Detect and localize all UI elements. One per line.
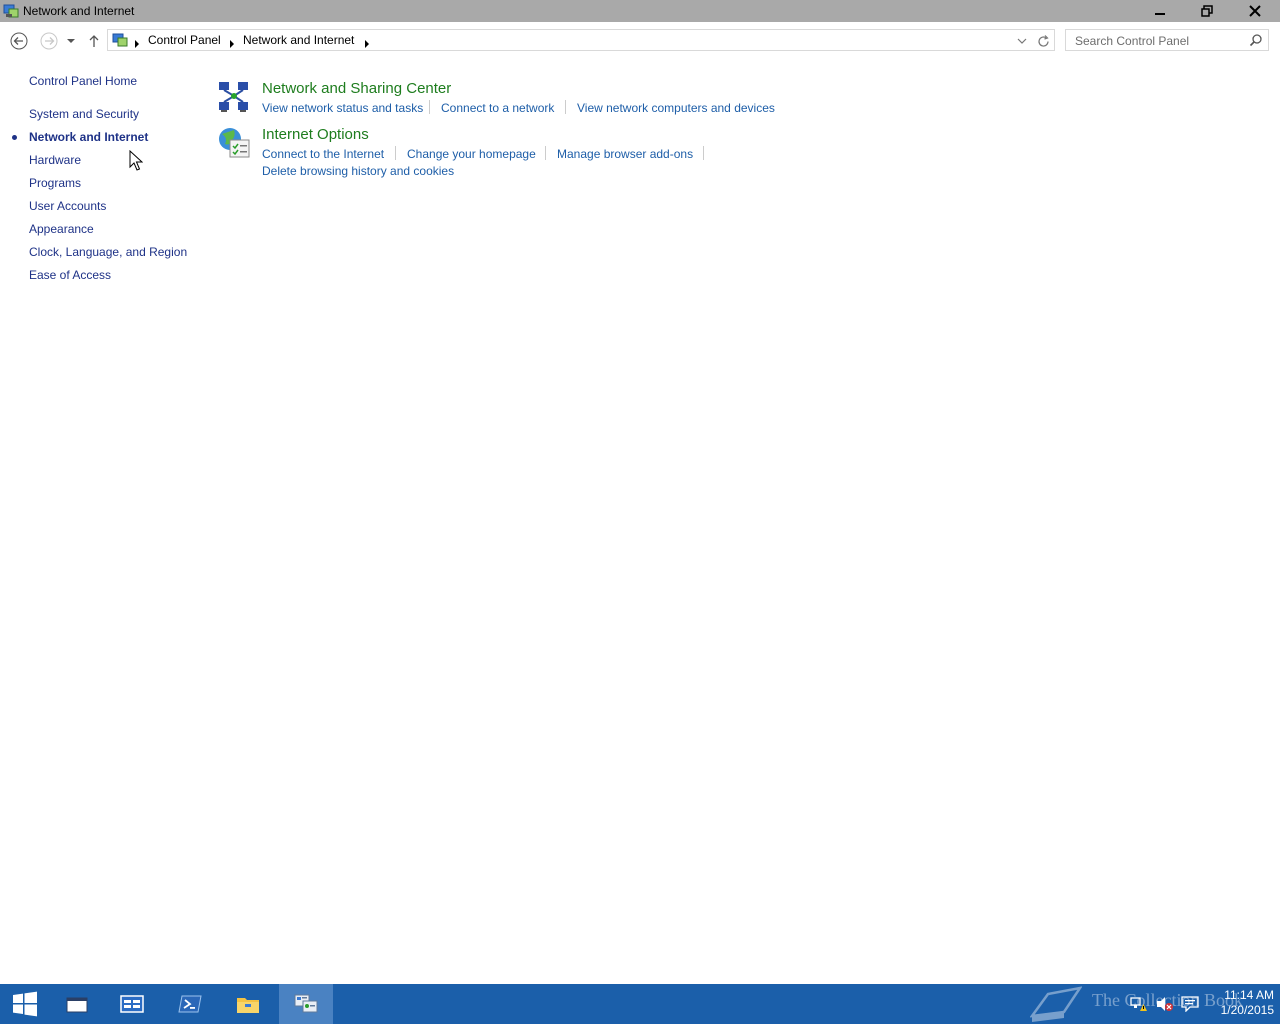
back-button[interactable] [9, 31, 29, 51]
breadcrumb-control-panel[interactable]: Control Panel [148, 33, 221, 47]
window-title: Network and Internet [23, 4, 135, 18]
system-clock[interactable]: 11:14 AM 1/20/2015 [1204, 988, 1274, 1018]
control-panel-icon [112, 32, 128, 48]
sidebar-item-hardware[interactable]: Hardware [29, 153, 81, 167]
powershell-button[interactable] [163, 984, 217, 1024]
network-and-sharing-center-title[interactable]: Network and Sharing Center [262, 80, 451, 97]
start-button[interactable] [0, 984, 50, 1024]
refresh-icon [1037, 34, 1049, 47]
recent-locations-button[interactable] [62, 31, 80, 51]
forward-button[interactable] [39, 31, 59, 51]
forward-arrow-icon [40, 32, 58, 50]
close-button[interactable] [1231, 0, 1278, 21]
search-icon[interactable] [1249, 33, 1263, 47]
breadcrumb-separator-icon[interactable] [364, 37, 370, 51]
clock-time: 11:14 AM [1224, 988, 1274, 1002]
connect-to-network-link[interactable]: Connect to a network [441, 101, 554, 115]
search-input[interactable]: Search Control Panel [1065, 29, 1269, 51]
view-network-status-link[interactable]: View network status and tasks [262, 101, 423, 115]
sidebar-item-clock-language-region[interactable]: Clock, Language, and Region [29, 245, 187, 259]
control-panel-home-link[interactable]: Control Panel Home [29, 74, 137, 88]
sidebar-item-user-accounts[interactable]: User Accounts [29, 199, 106, 213]
link-separator [545, 146, 546, 160]
start-icon [13, 991, 37, 1017]
taskbar: The Collection Book 11:14 AM 1/20/2015 [0, 984, 1280, 1024]
search-placeholder: Search Control Panel [1075, 34, 1190, 48]
control-panel-icon [3, 3, 19, 19]
back-arrow-icon [10, 32, 28, 50]
powershell-icon [178, 995, 202, 1013]
manage-browser-addons-link[interactable]: Manage browser add-ons [557, 147, 693, 161]
current-item-bullet-icon [12, 135, 17, 140]
breadcrumb-separator-icon[interactable] [229, 37, 235, 51]
sidebar-item-ease-of-access[interactable]: Ease of Access [29, 268, 111, 282]
navigation-bar: Control Panel Network and Internet Searc… [0, 24, 1280, 58]
control-panel-window: Network and Internet Control Panel Netwo… [0, 0, 1280, 984]
sidebar-item-appearance[interactable]: Appearance [29, 222, 94, 236]
chevron-down-icon [67, 39, 75, 43]
address-history-dropdown[interactable] [1015, 34, 1029, 48]
breadcrumb-network-and-internet[interactable]: Network and Internet [243, 33, 354, 47]
up-arrow-icon [89, 35, 99, 47]
change-homepage-link[interactable]: Change your homepage [407, 147, 536, 161]
action-center-icon[interactable] [1181, 996, 1199, 1013]
network-warning-icon[interactable] [1130, 996, 1147, 1012]
link-separator [429, 100, 430, 114]
minimize-button[interactable] [1137, 0, 1183, 21]
refresh-button[interactable] [1035, 33, 1051, 49]
link-separator [395, 146, 396, 160]
breadcrumb-separator-icon[interactable] [134, 37, 140, 51]
control-panel-icon [294, 994, 318, 1013]
title-bar[interactable]: Network and Internet [0, 0, 1280, 22]
chevron-down-icon [1017, 38, 1027, 44]
sidebar-item-programs[interactable]: Programs [29, 176, 81, 190]
control-panel-taskbar-button[interactable] [279, 984, 333, 1024]
book-logo-icon [1029, 986, 1083, 1022]
task-view-button[interactable] [50, 984, 104, 1024]
network-sharing-center-icon[interactable] [216, 80, 252, 116]
view-network-computers-link[interactable]: View network computers and devices [577, 101, 775, 115]
restore-button[interactable] [1184, 0, 1230, 21]
volume-muted-icon[interactable] [1156, 996, 1173, 1012]
file-explorer-icon [237, 998, 259, 1013]
link-separator [565, 100, 566, 114]
server-manager-icon [120, 995, 144, 1013]
clock-date: 1/20/2015 [1220, 1003, 1274, 1017]
address-bar[interactable]: Control Panel Network and Internet [107, 29, 1055, 51]
link-separator [703, 146, 704, 160]
file-explorer-button[interactable] [221, 984, 275, 1024]
delete-browsing-history-link[interactable]: Delete browsing history and cookies [262, 164, 454, 178]
up-button[interactable] [84, 31, 104, 51]
internet-options-title[interactable]: Internet Options [262, 126, 369, 143]
server-manager-button[interactable] [105, 984, 159, 1024]
connect-to-internet-link[interactable]: Connect to the Internet [262, 147, 384, 161]
mouse-cursor-icon [129, 149, 144, 175]
internet-options-icon[interactable] [216, 126, 252, 162]
task-view-icon [66, 997, 88, 1013]
sidebar-item-system-and-security[interactable]: System and Security [29, 107, 139, 121]
sidebar-item-network-and-internet[interactable]: Network and Internet [29, 130, 148, 144]
